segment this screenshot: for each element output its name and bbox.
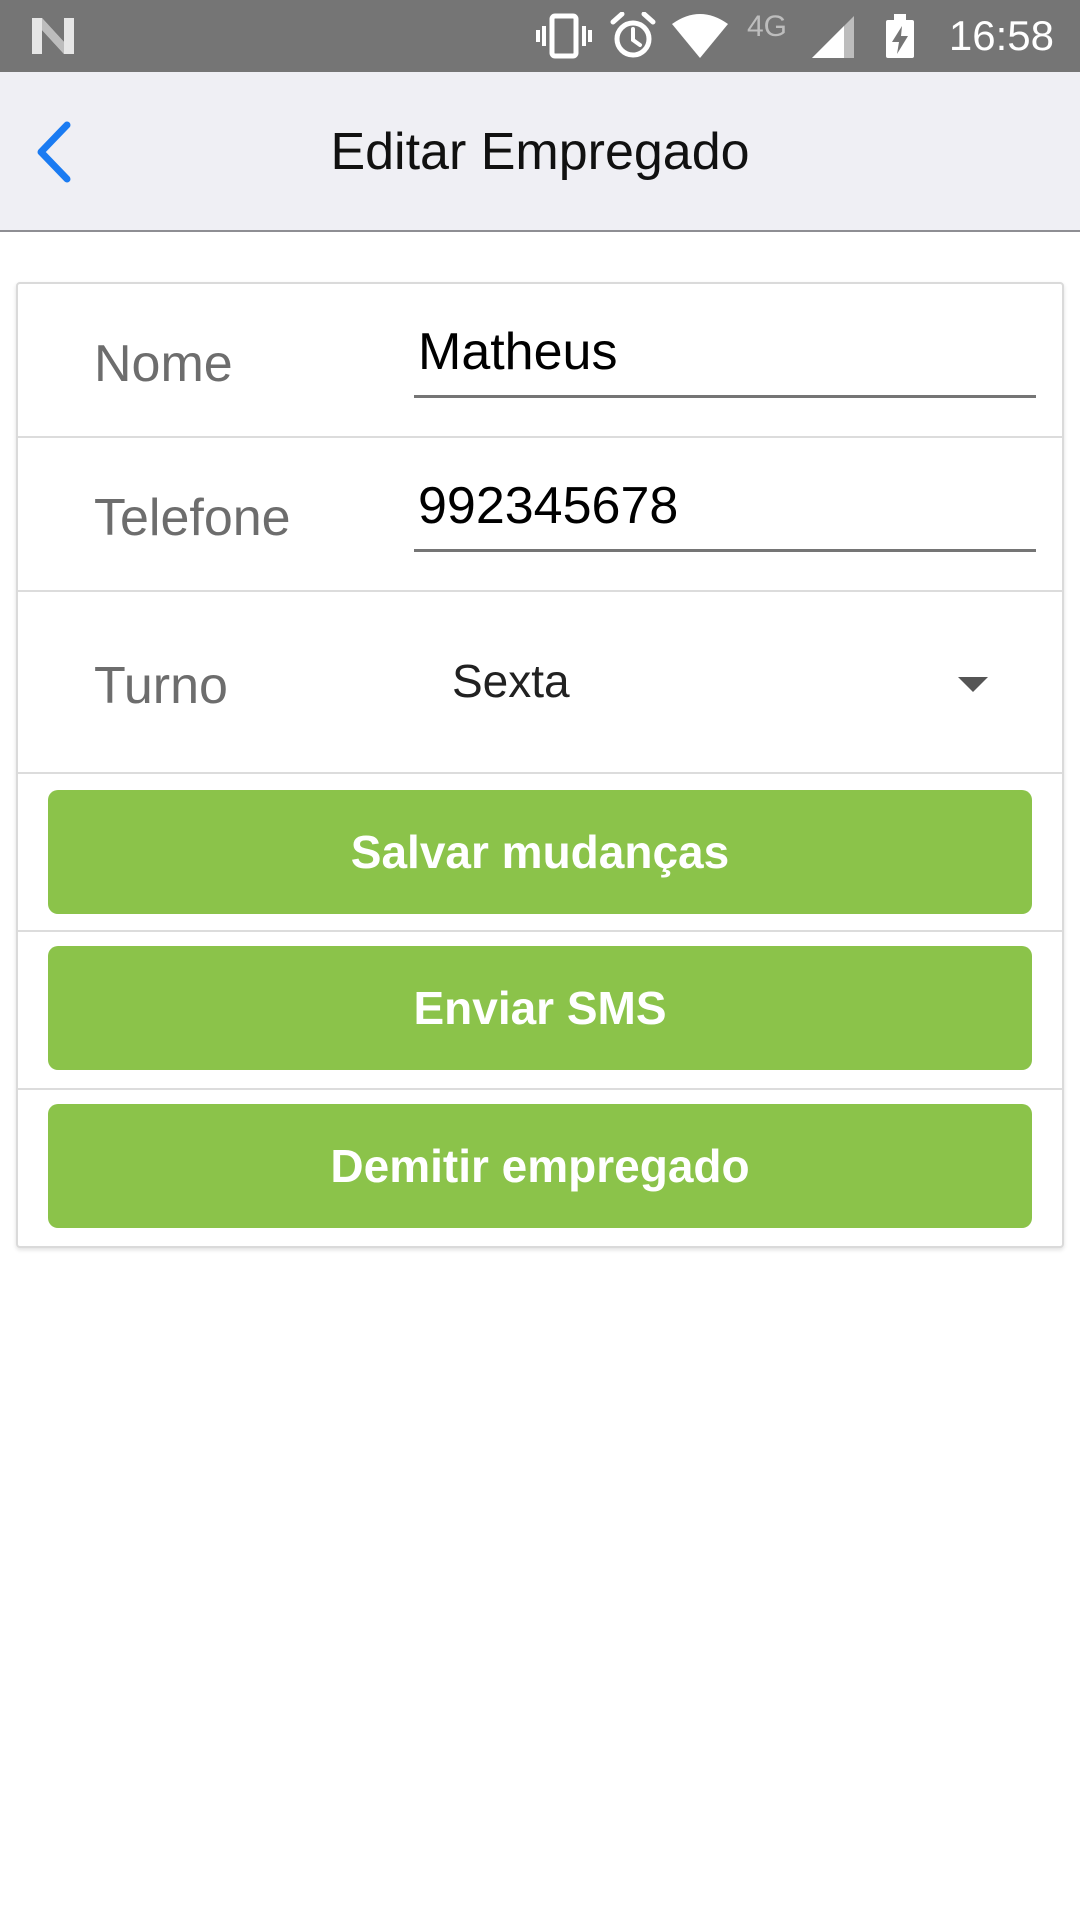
save-changes-button[interactable]: Salvar mudanças xyxy=(48,790,1032,914)
phone-row: Telefone xyxy=(18,438,1062,592)
save-row: Salvar mudanças xyxy=(18,774,1062,932)
shift-label: Turno xyxy=(94,657,228,715)
name-input[interactable] xyxy=(414,322,1036,398)
shift-row: Turno Sexta xyxy=(18,592,1062,774)
navigation-bar: Editar Empregado xyxy=(0,72,1080,232)
phone-label: Telefone xyxy=(94,489,291,547)
dropdown-arrow-icon xyxy=(958,677,988,692)
network-type-label: 4G xyxy=(747,10,788,43)
status-clock: 16:58 xyxy=(948,12,1054,59)
shift-select[interactable]: Sexta xyxy=(438,592,1002,772)
send-sms-button[interactable]: Enviar SMS xyxy=(48,946,1032,1070)
status-bar: 4G 16:58 xyxy=(0,0,1080,72)
employee-form-card: Nome Telefone Turno Sexta Salvar mudança… xyxy=(16,282,1064,1248)
battery-charging-icon xyxy=(886,14,914,58)
vibrate-icon xyxy=(536,13,592,59)
sms-row: Enviar SMS xyxy=(18,932,1062,1090)
dismiss-employee-button[interactable]: Demitir empregado xyxy=(48,1104,1032,1228)
name-row: Nome xyxy=(18,284,1062,438)
phone-input[interactable] xyxy=(414,476,1036,552)
dismiss-row: Demitir empregado xyxy=(18,1090,1062,1246)
wifi-icon xyxy=(672,14,728,58)
shift-selected-value: Sexta xyxy=(452,655,570,707)
page-title: Editar Empregado xyxy=(330,123,750,181)
alarm-icon xyxy=(610,12,656,58)
name-label: Nome xyxy=(94,335,233,393)
cell-signal-icon xyxy=(812,16,854,58)
n-logo-icon xyxy=(32,18,74,54)
